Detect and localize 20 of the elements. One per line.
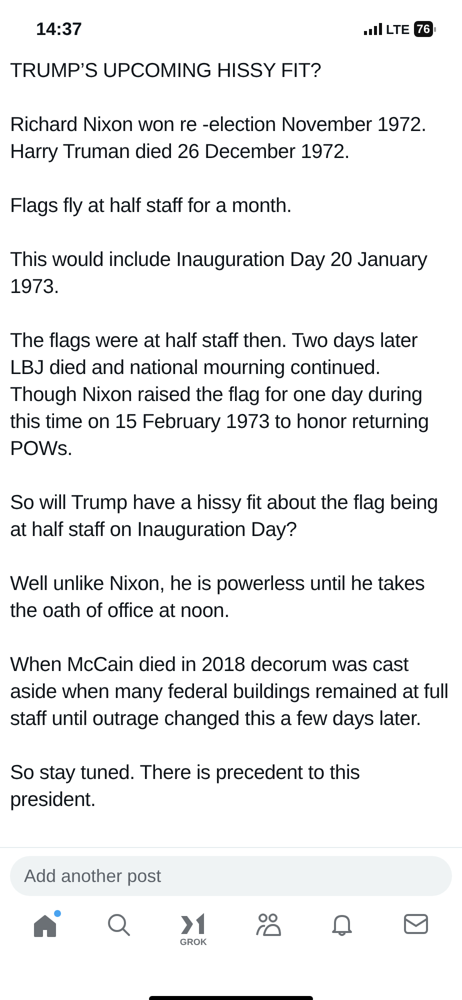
post-paragraph: When McCain died in 2018 decorum was cast aside when many federal buildings remained at full staff until outrage changed this a few days later. [10, 653, 450, 732]
add-post-field[interactable]: Add another post [10, 856, 452, 896]
post-paragraph: So will Trump have a hissy fit about the flag being at half staff on Inauguration Day? [10, 491, 439, 543]
post-paragraph: The flags were at half staff then. Two days later LBJ died and national mourning continued. Though Nixon raised the flag for one day during this time on 15 February 1973 to honor returning POWs. [10, 329, 430, 462]
envelope-icon [402, 912, 429, 936]
signal-icon [364, 23, 382, 35]
post-paragraph: Well unlike Nixon, he is powerless until he takes the oath of office at noon. [10, 572, 426, 624]
grok-tab[interactable]: GROK [175, 912, 212, 958]
post-paragraph: Richard Nixon won re -election November 1972. Harry Truman died 26 December 1972. [10, 113, 428, 165]
post-paragraph: Flags fly at half staff for a month. [10, 194, 293, 219]
post-paragraph: TRUMP’S UPCOMING HISSY FIT? [10, 59, 322, 84]
people-icon [254, 912, 282, 938]
post-paragraph: This would include Inauguration Day 20 January 1973. [10, 248, 428, 300]
search-icon [106, 912, 132, 938]
network-label: LTE [386, 22, 410, 36]
battery-icon: 76 [414, 21, 436, 37]
clock: 14:37 [36, 18, 82, 40]
bell-icon [330, 912, 354, 938]
home-icon [32, 912, 58, 938]
post-paragraph: So stay tuned. There is precedent to this president. [10, 761, 361, 813]
